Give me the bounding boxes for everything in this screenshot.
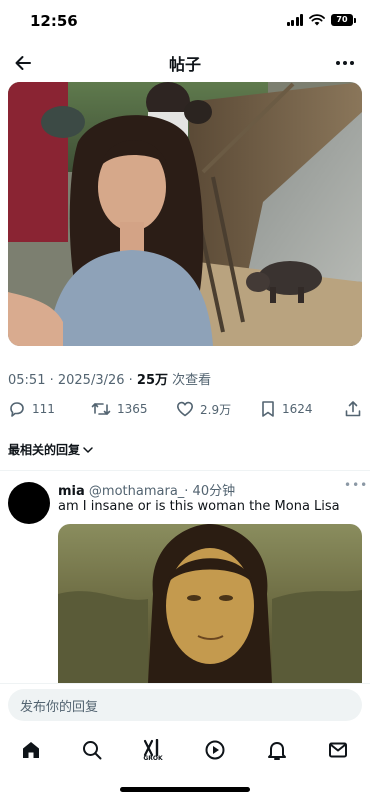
heart-icon: [177, 401, 193, 417]
home-indicator: [120, 787, 250, 792]
bookmark-count: 1624: [282, 402, 313, 416]
repost-count: 1365: [117, 402, 148, 416]
action-bar: 111 1365 2.9万 1624: [8, 400, 362, 422]
tab-messages[interactable]: [323, 735, 353, 765]
view-label: 次查看: [168, 373, 212, 388]
reply-action[interactable]: 111: [8, 400, 55, 418]
comment-icon: [10, 402, 24, 417]
reply-image[interactable]: [58, 524, 362, 684]
page-title: 帖子: [168, 55, 201, 74]
search-icon: [83, 741, 102, 760]
reply-header: mia @mothamara_· 40分钟: [58, 480, 235, 499]
home-icon: [23, 742, 39, 758]
post-metadata: 05:51 · 2025/3/26 · 25万 次查看: [8, 369, 211, 388]
more-options-button[interactable]: [332, 50, 358, 76]
like-count: 2.9万: [200, 402, 232, 417]
post-timestamp: 05:51 · 2025/3/26 ·: [8, 373, 137, 388]
bottom-navigation: GROK: [0, 731, 370, 771]
share-action[interactable]: [344, 400, 362, 418]
play-icon: [205, 740, 225, 760]
like-action[interactable]: 2.9万: [176, 400, 231, 418]
repost-action[interactable]: 1365: [91, 400, 148, 418]
tab-grok[interactable]: GROK: [138, 735, 168, 765]
reply-input[interactable]: 发布你的回复: [8, 689, 362, 721]
signal-icon: [286, 14, 303, 26]
chevron-down-icon: [83, 446, 93, 453]
wifi-icon: [309, 14, 325, 26]
reply-author-handle: @mothamara_: [88, 484, 185, 499]
bookmark-icon: [262, 401, 274, 417]
tab-video[interactable]: [200, 735, 230, 765]
tab-notifications[interactable]: [262, 735, 292, 765]
divider: [0, 470, 370, 471]
arrow-left-icon: [15, 56, 31, 70]
post-header: 帖子: [0, 44, 370, 82]
repost-icon: [91, 403, 111, 415]
reply-sort-dropdown[interactable]: 最相关的回复: [8, 441, 94, 458]
status-bar: 12:56 70: [0, 0, 370, 44]
compose-area: 发布你的回复: [0, 683, 370, 731]
share-icon: [345, 401, 361, 417]
reply-time: · 40分钟: [184, 484, 236, 499]
battery-icon: 70: [331, 14, 356, 26]
more-icon: [336, 61, 354, 65]
status-time: 12:56: [30, 12, 78, 30]
tab-home[interactable]: [16, 735, 46, 765]
avatar[interactable]: [8, 482, 50, 524]
battery-level: 70: [331, 14, 353, 26]
back-button[interactable]: [10, 50, 36, 76]
status-icons: 70: [286, 14, 356, 26]
view-count: 25万: [136, 373, 169, 388]
reply-text: am I insane or is this woman the Mona Li…: [58, 499, 340, 514]
reply-more-button[interactable]: •••: [344, 478, 368, 492]
bell-icon: [268, 742, 286, 760]
post-photo[interactable]: [8, 82, 362, 346]
reply-author-name[interactable]: mia: [58, 484, 85, 499]
mail-icon: [329, 742, 347, 758]
bookmark-action[interactable]: 1624: [260, 400, 313, 418]
reply-count: 111: [32, 402, 55, 416]
tab-search[interactable]: [77, 735, 107, 765]
sort-label: 最相关的回复: [8, 443, 81, 457]
grok-label: GROK: [143, 754, 163, 762]
